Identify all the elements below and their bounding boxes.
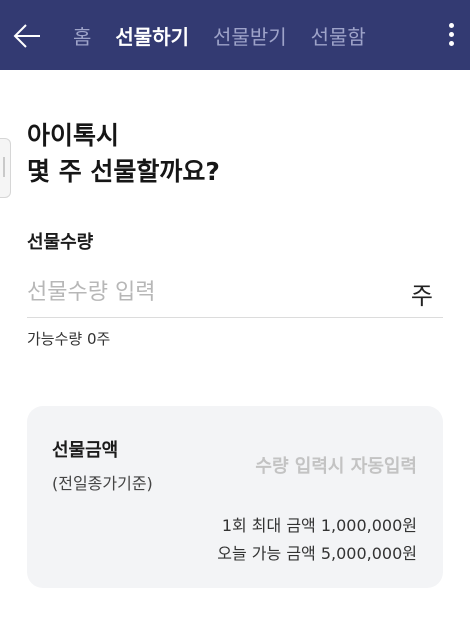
amount-auto-text: 수량 입력시 자동입력: [255, 456, 417, 477]
quantity-label: 선물수량: [27, 232, 94, 253]
more-vertical-icon: [448, 23, 454, 28]
gift-question: 아이톡시 몇 주 선물할까요?: [27, 118, 220, 190]
stock-name: 아이톡시: [27, 121, 120, 150]
more-menu-button[interactable]: [444, 20, 458, 50]
per-transaction-limit: 1회 최대 금액 1,000,000원: [221, 516, 417, 535]
available-quantity: 가능수량 0주: [27, 330, 111, 348]
tab-home[interactable]: 홈: [73, 21, 91, 50]
question-text: 몇 주 선물할까요?: [27, 157, 220, 186]
daily-limit: 오늘 가능 금액 5,000,000원: [217, 544, 417, 563]
top-navigation-bar: 홈 선물하기 선물받기 선물함: [0, 0, 470, 70]
tab-gift-box[interactable]: 선물함: [311, 21, 366, 50]
quantity-input[interactable]: [27, 272, 387, 312]
amount-subtitle: (전일종가기준): [52, 474, 153, 493]
tab-receive-gift[interactable]: 선물받기: [213, 21, 287, 50]
back-button[interactable]: [12, 22, 42, 50]
amount-title: 선물금액: [52, 440, 119, 461]
gift-amount-card: 선물금액 (전일종가기준) 수량 입력시 자동입력 1회 최대 금액 1,000…: [27, 406, 443, 588]
quantity-field: 주: [27, 268, 443, 318]
quantity-unit: 주: [410, 282, 433, 310]
arrow-left-icon: [13, 24, 40, 48]
tab-send-gift[interactable]: 선물하기: [115, 21, 189, 50]
tab-bar: 홈 선물하기 선물받기 선물함: [73, 0, 390, 70]
side-drawer-handle[interactable]: [0, 138, 11, 198]
